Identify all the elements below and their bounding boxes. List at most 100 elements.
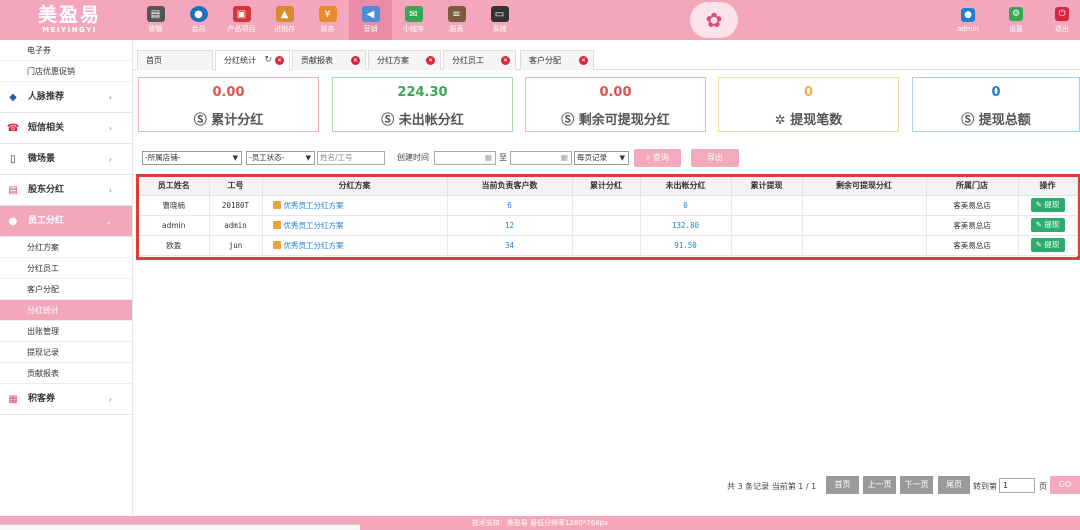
sidebar-item-customer-assign[interactable]: 客户分配 [0,279,132,300]
nav-finance[interactable]: ¥ 财务 [306,0,349,40]
export-button[interactable]: 导出 [691,149,739,167]
search-icon: ⌕ [645,153,651,162]
cell-name: admin [139,215,210,236]
sidebar-item-statistics[interactable]: 分红统计 [0,300,132,321]
withdraw-label: 提现 [1044,240,1060,249]
next-page-button[interactable]: 下一页 [900,476,933,494]
sidebar-item-withdrawals[interactable]: 提现记录 [0,342,132,363]
sidebar-item-contribution[interactable]: 贡献报表 [0,363,132,384]
cell-plan[interactable]: 优秀员工分红方案 [262,195,448,216]
close-icon[interactable]: ✕ [275,56,284,65]
cell-id: admin [209,215,263,236]
sidebar-item-plan[interactable]: 分红方案 [0,237,132,258]
withdraw-button[interactable]: ✎ 提现 [1030,198,1065,212]
tab-home[interactable]: 首页 [137,50,213,70]
refresh-icon[interactable]: ↻ [264,51,272,70]
sidebar-item-coupon[interactable]: 电子券 [0,40,132,61]
horizontal-scrollbar[interactable] [0,524,360,530]
last-page-button[interactable]: 尾页 [938,476,970,494]
table-row: 欧盈 jun 优秀员工分红方案 34 91.50 客美易总店 ✎ 提现 [139,235,1078,256]
plan-icon [272,200,281,209]
store-select[interactable]: -所属店铺- ▼ [142,151,242,165]
prev-page-button[interactable]: 上一页 [863,476,896,494]
cell-unposted[interactable]: 91.50 [640,235,732,256]
cell-customers[interactable]: 34 [447,235,573,256]
nav-report[interactable]: ≡ 报表 [435,0,478,40]
stat-label: 剩余可提现分红 [578,113,670,128]
menu-label: 短信相关 [28,122,65,133]
close-icon[interactable]: ✕ [579,56,588,65]
sidebar-menu-sms[interactable]: ☎ 短信相关 › [0,113,132,144]
menu-label: 股东分红 [28,184,65,195]
status-select-value: -员工状态- [249,153,285,162]
sidebar-item-promo[interactable]: 门店优惠促销 [0,61,132,82]
withdraw-button[interactable]: ✎ 提现 [1030,238,1065,252]
cell-unposted[interactable]: 0 [640,195,732,216]
col-header: 工号 [209,177,263,196]
stat-value: 0 [991,85,1001,100]
search-button[interactable]: ⌕ 查询 [634,149,681,167]
admin-user[interactable]: ● admin [950,0,986,40]
main-nav: ▤ 收银 ● 会员 ▣ 产品项目 ▲ 进销存 ¥ 财务 ◀ 营销 ✉ 小程序 ≡ 报表 ▭ 系统 [134,0,521,40]
page-number-input[interactable]: 1 [999,478,1035,493]
withdraw-button[interactable]: ✎ 提现 [1030,218,1065,232]
sidebar-menu-micro-scene[interactable]: ▯ 微场景 › [0,144,132,175]
nav-mini-program[interactable]: ✉ 小程序 [392,0,435,40]
chevron-right-icon: › [108,92,112,102]
plan-icon [272,220,281,229]
plan-link[interactable]: 优秀员工分红方案 [284,241,344,250]
tab-employees[interactable]: 分红员工 ✕ [443,50,516,70]
sidebar-item-employees[interactable]: 分红员工 [0,258,132,279]
first-page-button[interactable]: 首页 [826,476,859,494]
cell-unposted[interactable]: 132.80 [640,215,732,236]
cell-plan[interactable]: 优秀员工分红方案 [262,235,448,256]
nav-marketing[interactable]: ◀ 营销 [349,0,392,40]
status-select[interactable]: -员工状态- ▼ [246,151,315,165]
nav-member[interactable]: ● 会员 [177,0,220,40]
cell-customers[interactable]: 12 [447,215,573,236]
cell-total [572,195,641,216]
plan-link[interactable]: 优秀员工分红方案 [284,221,344,230]
stat-value: 0.00 [212,85,245,100]
settings-button[interactable]: ⚙ 设置 [998,0,1034,40]
sidebar-item-billing[interactable]: 出账管理 [0,321,132,342]
nav-label: 产品项目 [227,25,256,33]
sidebar-menu-employee-dividend[interactable]: ● 员工分红 ⌄ [0,206,132,237]
close-icon[interactable]: ✕ [501,56,510,65]
tab-contribution[interactable]: 贡献报表 ✕ [292,50,366,70]
tab-plan[interactable]: 分红方案 ✕ [368,50,441,70]
stat-label: 提现总额 [978,113,1031,128]
col-header: 累计提现 [731,177,803,196]
tab-label: 分红方案 [377,56,409,65]
nav-system[interactable]: ▭ 系统 [478,0,521,40]
col-header: 累计分红 [572,177,641,196]
calendar-icon: ▦ [484,153,492,162]
start-date-input[interactable]: ▦ [434,151,496,165]
nav-label: 报表 [449,25,464,33]
logo-cn: 美盈易 [37,4,101,26]
tab-statistics[interactable]: 分红统计 ↻ ✕ [215,50,290,71]
logout-button[interactable]: ⏻ 退出 [1044,0,1080,40]
name-id-input[interactable]: 姓名/工号 [317,151,385,165]
table-row: admin admin 优秀员工分红方案 12 132.80 客美易总店 ✎ 提… [139,215,1078,236]
go-button[interactable]: GO [1050,476,1080,494]
plan-link[interactable]: 优秀员工分红方案 [284,201,344,210]
sidebar-menu-referral[interactable]: ◆ 人脉推荐 › [0,82,132,113]
tab-customer-assign[interactable]: 客户分配 ✕ [520,50,594,70]
close-icon[interactable]: ✕ [426,56,435,65]
cell-plan[interactable]: 优秀员工分红方案 [262,215,448,236]
cell-store: 客美易总店 [926,235,1019,256]
nav-inventory[interactable]: ▲ 进销存 [263,0,306,40]
end-date-input[interactable]: ▦ [510,151,572,165]
inventory-icon: ▲ [275,6,294,22]
per-page-select[interactable]: 每页记录 ▼ [574,151,629,165]
close-icon[interactable]: ✕ [351,56,360,65]
nav-label: 会员 [191,25,206,33]
nav-product[interactable]: ▣ 产品项目 [220,0,263,40]
nav-cashier[interactable]: ▤ 收银 [134,0,177,40]
cell-customers[interactable]: 6 [447,195,573,216]
sidebar-menu-shareholder[interactable]: ▤ 股东分红 › [0,175,132,206]
store-select-value: -所属店铺- [145,153,181,162]
stat-card-withdraw-total: 0 Ⓢ 提现总额 [912,77,1080,132]
sidebar-menu-points-coupon[interactable]: ▦ 积客券 › [0,384,132,415]
